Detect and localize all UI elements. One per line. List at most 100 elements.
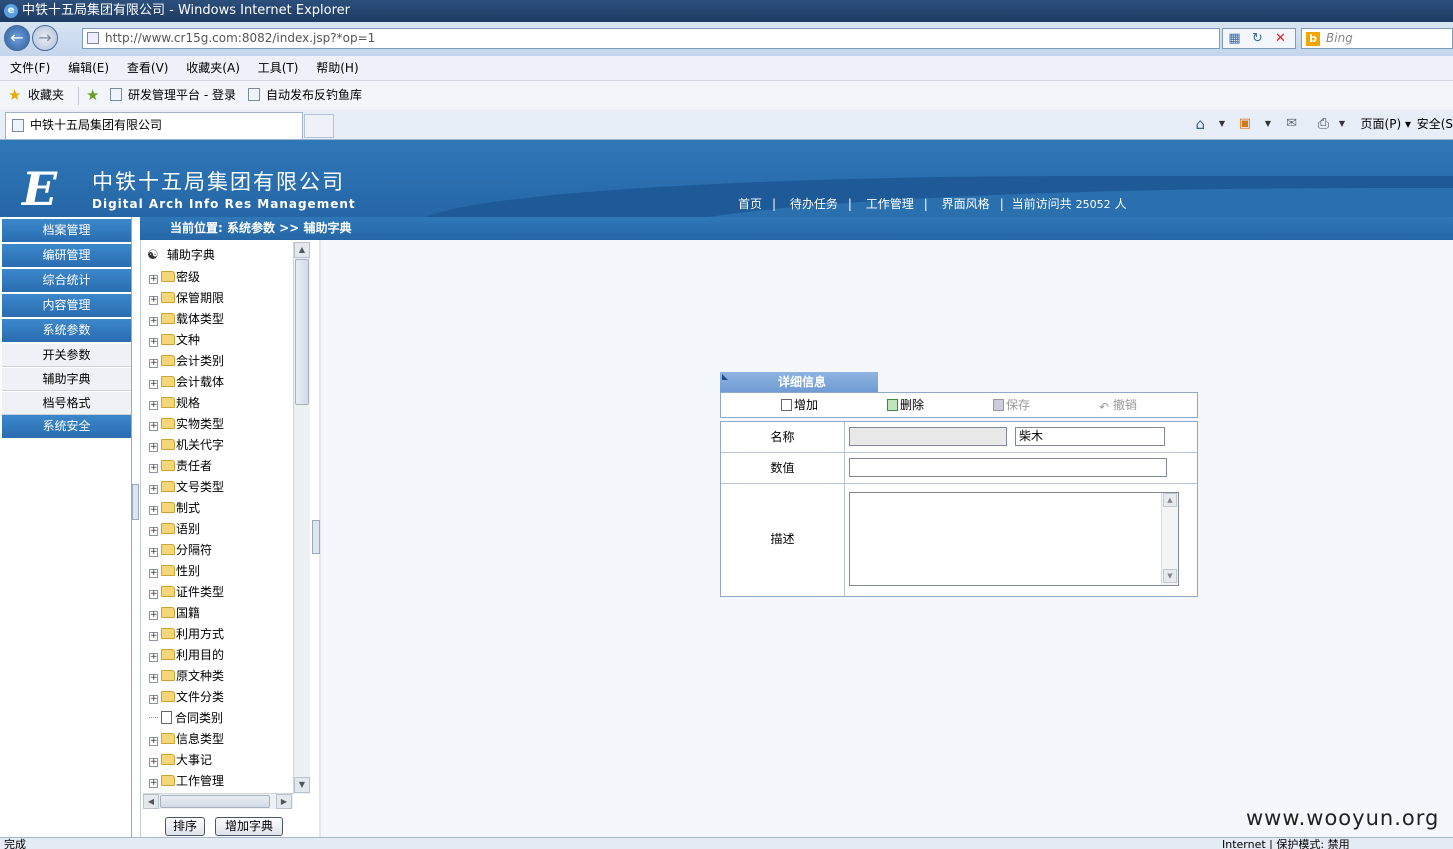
tree-node[interactable]: + 文号类型 xyxy=(149,477,224,497)
scroll-down-icon[interactable]: ▼ xyxy=(294,777,310,793)
home-dropdown-icon[interactable]: ▼ xyxy=(1219,112,1225,136)
expand-plus-icon[interactable]: + xyxy=(149,506,158,515)
menu-help[interactable]: 帮助(H) xyxy=(316,61,358,75)
tree-node[interactable]: + 利用方式 xyxy=(149,624,224,644)
expand-plus-icon[interactable]: + xyxy=(149,275,158,284)
tree-node[interactable]: + 会计载体 xyxy=(149,372,224,392)
add-button[interactable]: 增加 xyxy=(781,393,818,417)
sidebar-sub-aux-dict[interactable]: 辅助字典 xyxy=(2,368,131,391)
add-dictionary-button[interactable]: 增加字典 xyxy=(215,817,283,836)
expand-plus-icon[interactable]: + xyxy=(149,338,158,347)
scroll-up-icon[interactable]: ▲ xyxy=(294,242,310,258)
search-input[interactable]: b Bing xyxy=(1301,28,1453,49)
nav-style[interactable]: 界面风格 xyxy=(942,197,990,211)
refresh-icon[interactable]: ↻ xyxy=(1246,29,1269,48)
forward-button[interactable]: → xyxy=(32,25,58,51)
fav-link-rnd[interactable]: 研发管理平台 - 登录 xyxy=(110,81,236,110)
tree-node[interactable]: + 文件分类 xyxy=(149,687,224,707)
expand-plus-icon[interactable]: + xyxy=(149,401,158,410)
expand-plus-icon[interactable]: + xyxy=(149,380,158,389)
expand-plus-icon[interactable]: + xyxy=(149,737,158,746)
tree-horizontal-scrollbar[interactable]: ◀ ▶ xyxy=(143,793,293,809)
expand-plus-icon[interactable]: + xyxy=(149,611,158,620)
expand-plus-icon[interactable]: + xyxy=(149,527,158,536)
tree-node[interactable]: + 规格 xyxy=(149,393,200,413)
nav-work[interactable]: 工作管理 xyxy=(866,197,914,211)
tree-node[interactable]: + 国籍 xyxy=(149,603,200,623)
back-button[interactable]: ← xyxy=(4,25,30,51)
new-tab-button[interactable] xyxy=(304,114,334,138)
menu-tools[interactable]: 工具(T) xyxy=(258,61,299,75)
sidebar-item-security[interactable]: 系统安全 xyxy=(2,415,131,438)
tree-node[interactable]: + 语别 xyxy=(149,519,200,539)
scroll-left-icon[interactable]: ◀ xyxy=(143,794,159,809)
feeds-dropdown-icon[interactable]: ▼ xyxy=(1265,112,1271,136)
tree-node[interactable]: + 保管期限 xyxy=(149,288,224,308)
menu-edit[interactable]: 编辑(E) xyxy=(68,61,109,75)
expand-plus-icon[interactable]: + xyxy=(149,317,158,326)
expand-plus-icon[interactable]: + xyxy=(149,464,158,473)
print-dropdown-icon[interactable]: ▼ xyxy=(1339,112,1345,136)
tree-collapse-handle[interactable] xyxy=(312,520,320,554)
expand-plus-icon[interactable]: + xyxy=(149,422,158,431)
expand-plus-icon[interactable]: + xyxy=(149,569,158,578)
expand-plus-icon[interactable]: + xyxy=(149,548,158,557)
expand-plus-icon[interactable]: + xyxy=(149,653,158,662)
fav-link-antiphishing[interactable]: 自动发布反钓鱼库 xyxy=(248,81,362,110)
sidebar-item-content[interactable]: 内容管理 xyxy=(2,294,131,317)
expand-plus-icon[interactable]: + xyxy=(149,296,158,305)
tree-node[interactable]: + 利用目的 xyxy=(149,645,224,665)
feeds-icon[interactable]: ▣ xyxy=(1239,112,1251,136)
name-input[interactable]: 柴木 xyxy=(1015,427,1165,446)
home-icon[interactable]: ⌂ xyxy=(1195,112,1205,136)
tree-node[interactable]: + 机关代字 xyxy=(149,435,224,455)
tree-node[interactable]: + 密级 xyxy=(149,267,200,287)
menu-favorites[interactable]: 收藏夹(A) xyxy=(186,61,240,75)
scroll-thumb[interactable] xyxy=(295,259,309,405)
favorites-button[interactable]: 收藏夹 xyxy=(28,81,64,110)
nav-todo[interactable]: 待办任务 xyxy=(790,197,838,211)
tree-node[interactable]: + 实物类型 xyxy=(149,414,224,434)
expand-plus-icon[interactable]: + xyxy=(149,443,158,452)
save-button[interactable]: 保存 xyxy=(993,393,1030,417)
tree-node[interactable]: + 工作管理 xyxy=(149,771,224,791)
scroll-up-icon[interactable]: ▲ xyxy=(1163,493,1177,507)
expand-plus-icon[interactable]: + xyxy=(149,779,158,788)
menu-view[interactable]: 查看(V) xyxy=(127,61,169,75)
expand-plus-icon[interactable]: + xyxy=(149,674,158,683)
tree-node[interactable]: + 分隔符 xyxy=(149,540,212,560)
favorites-star-icon[interactable]: ★ xyxy=(8,88,21,103)
tree-node[interactable]: + 性别 xyxy=(149,561,200,581)
scroll-down-icon[interactable]: ▼ xyxy=(1163,569,1177,583)
tree-vertical-scrollbar[interactable]: ▲ ▼ xyxy=(293,242,310,794)
url-input[interactable]: http://www.cr15g.com:8082/index.jsp?*op=… xyxy=(82,28,1220,49)
tree-root[interactable]: ☯ 辅助字典 xyxy=(147,246,215,263)
expand-plus-icon[interactable]: + xyxy=(149,758,158,767)
expand-plus-icon[interactable]: + xyxy=(149,695,158,704)
sidebar-sub-archive-number[interactable]: 档号格式 xyxy=(2,392,131,415)
stop-icon[interactable]: ✕ xyxy=(1269,29,1292,48)
sidebar-item-archives[interactable]: 档案管理 xyxy=(2,219,131,242)
sidebar-item-sysparams[interactable]: 系统参数 xyxy=(2,319,131,342)
expand-plus-icon[interactable]: + xyxy=(149,590,158,599)
sidebar-item-statistics[interactable]: 综合统计 xyxy=(2,269,131,292)
tree-node[interactable]: + 文种 xyxy=(149,330,200,350)
description-textarea[interactable]: ▲ ▼ xyxy=(849,492,1179,586)
sidebar-item-compile[interactable]: 编研管理 xyxy=(2,244,131,267)
undo-button[interactable]: ↶ 撤销 xyxy=(1099,393,1137,417)
scroll-thumb[interactable] xyxy=(160,795,270,808)
page-menu[interactable]: 页面(P) ▾ xyxy=(1361,112,1411,136)
safety-menu[interactable]: 安全(S xyxy=(1417,112,1453,136)
delete-button[interactable]: 删除 xyxy=(887,393,924,417)
expand-plus-icon[interactable]: + xyxy=(149,485,158,494)
nav-home[interactable]: 首页 xyxy=(738,197,762,211)
name-code-input[interactable] xyxy=(849,427,1007,446)
sidebar-collapse-handle[interactable] xyxy=(132,484,139,520)
add-favorite-icon[interactable]: ★ xyxy=(86,88,99,103)
browser-tab[interactable]: 中铁十五局集团有限公司 xyxy=(5,112,303,139)
sidebar-sub-switch-params[interactable]: 开关参数 xyxy=(2,344,131,367)
tree-node[interactable]: 合同类别 xyxy=(149,708,223,728)
tree-node[interactable]: + 责任者 xyxy=(149,456,212,476)
tree-node[interactable]: + 信息类型 xyxy=(149,729,224,749)
sort-button[interactable]: 排序 xyxy=(165,817,205,836)
